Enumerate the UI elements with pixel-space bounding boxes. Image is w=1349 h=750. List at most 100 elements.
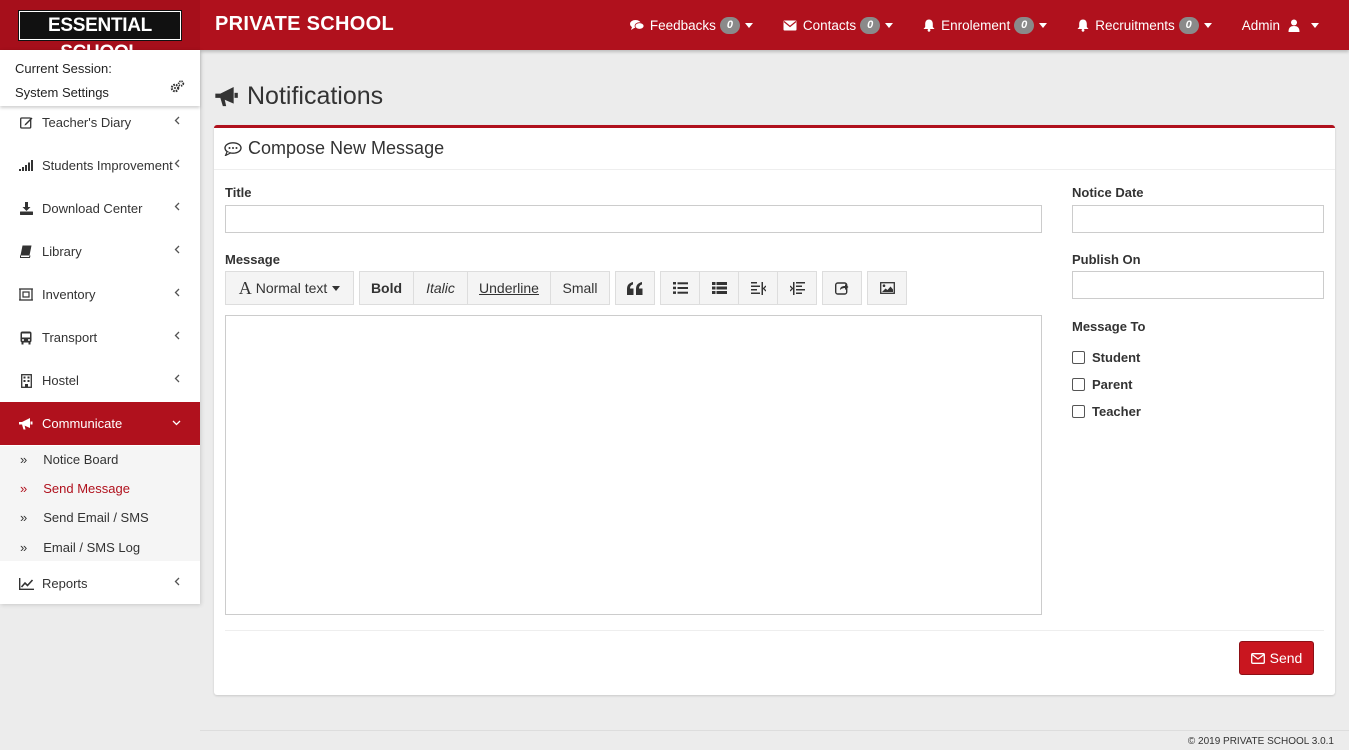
- image-icon: [879, 282, 895, 294]
- enrolement-count-badge: 0: [1014, 16, 1035, 34]
- chevron-left-icon: [174, 331, 180, 340]
- bullhorn-icon: [215, 86, 238, 106]
- chevron-left-icon: [174, 245, 180, 254]
- system-settings-link[interactable]: System Settings: [15, 85, 109, 100]
- insert-image-button[interactable]: [867, 271, 907, 305]
- sidebar-item-transport[interactable]: Transport: [0, 316, 200, 359]
- teacher-label: Teacher: [1092, 404, 1141, 419]
- nav-recruitments[interactable]: Recruitments 0: [1062, 0, 1227, 50]
- title-label: Title: [225, 185, 252, 200]
- sidebar-item-download-center[interactable]: Download Center: [0, 187, 200, 230]
- font-icon: A: [238, 277, 252, 298]
- ordered-list-button[interactable]: [699, 271, 739, 305]
- blockquote-button[interactable]: [615, 271, 655, 305]
- parent-label: Parent: [1092, 377, 1133, 392]
- book-icon: [18, 244, 34, 260]
- notice-date-label: Notice Date: [1072, 185, 1144, 200]
- submenu-item-label: Email / SMS Log: [43, 540, 141, 555]
- brand-title[interactable]: PRIVATE SCHOOL: [215, 13, 394, 36]
- nav-admin[interactable]: Admin: [1227, 0, 1349, 50]
- nav-feedbacks[interactable]: Feedbacks 0: [615, 0, 768, 50]
- recipient-student[interactable]: Student: [1072, 350, 1140, 365]
- nav-recruitments-label: Recruitments: [1095, 17, 1175, 33]
- sidebar-item-library[interactable]: Library: [0, 230, 200, 273]
- sidebar: Current Session: System Settings Teacher…: [0, 50, 200, 604]
- edit-icon: [18, 115, 34, 131]
- chevron-left-icon: [174, 288, 180, 297]
- sidebar-item-hostel[interactable]: Hostel: [0, 359, 200, 402]
- small-button[interactable]: Small: [550, 271, 610, 305]
- publish-on-input[interactable]: [1072, 271, 1324, 299]
- top-navbar: ESSENTIAL SCHOOL PRIVATE SCHOOL Feedback…: [0, 0, 1349, 63]
- sidebar-item-students-improvement[interactable]: Students Improvement: [0, 144, 200, 187]
- indent-icon: [789, 281, 805, 295]
- sidebar-item-communicate[interactable]: Communicate: [0, 402, 200, 445]
- double-chevron-icon: »: [20, 452, 28, 467]
- sidebar-item-teachers-diary[interactable]: Teacher's Diary: [0, 101, 200, 144]
- sidebar-item-label: Inventory: [42, 287, 96, 302]
- outdent-button[interactable]: [738, 271, 778, 305]
- sidebar-item-reports[interactable]: Reports: [0, 562, 200, 605]
- double-chevron-icon: »: [20, 540, 28, 555]
- nav-admin-label: Admin: [1241, 17, 1280, 33]
- student-checkbox[interactable]: [1072, 351, 1085, 364]
- chevron-down-icon: [172, 420, 181, 426]
- nav-feedbacks-label: Feedbacks: [649, 17, 716, 33]
- title-input[interactable]: [225, 205, 1042, 233]
- indent-button[interactable]: [777, 271, 817, 305]
- compose-panel: Compose New Message Title Message A Norm…: [214, 125, 1335, 695]
- contacts-count-badge: 0: [860, 16, 881, 34]
- submenu-item-email-sms-log[interactable]: » Email / SMS Log: [20, 540, 140, 555]
- chart-icon: [18, 576, 34, 592]
- sidebar-item-label: Hostel: [42, 373, 79, 388]
- quote-icon: [627, 281, 643, 295]
- chevron-left-icon: [174, 374, 180, 383]
- submenu-item-notice-board[interactable]: » Notice Board: [20, 452, 118, 467]
- logo-area: ESSENTIAL SCHOOL: [0, 0, 200, 63]
- sidebar-item-label: Communicate: [42, 416, 123, 431]
- insert-link-button[interactable]: [822, 271, 862, 305]
- panel-title: Compose New Message: [248, 138, 445, 158]
- chevron-left-icon: [174, 577, 180, 586]
- comment-icon: [224, 141, 242, 156]
- page-title-text: Notifications: [247, 82, 384, 110]
- message-label: Message: [225, 252, 280, 267]
- footer: © 2019 PRIVATE SCHOOL 3.0.1: [200, 730, 1349, 750]
- sidebar-item-label: Library: [42, 244, 82, 259]
- recipient-teacher[interactable]: Teacher: [1072, 404, 1141, 419]
- current-session-label: Current Session:: [15, 61, 112, 76]
- notice-date-input[interactable]: [1072, 205, 1324, 233]
- bullhorn-icon: [18, 416, 34, 432]
- bold-button[interactable]: Bold: [359, 271, 414, 305]
- parent-checkbox[interactable]: [1072, 378, 1085, 391]
- teacher-checkbox[interactable]: [1072, 405, 1085, 418]
- sidebar-item-inventory[interactable]: Inventory: [0, 273, 200, 316]
- panel-divider: [225, 630, 1324, 631]
- bell-icon: [923, 19, 935, 32]
- underline-button[interactable]: Underline: [467, 271, 551, 305]
- nav-enrolement[interactable]: Enrolement 0: [908, 0, 1062, 50]
- logo[interactable]: ESSENTIAL SCHOOL: [18, 10, 182, 63]
- envelope-icon: [1250, 652, 1265, 664]
- download-icon: [18, 201, 34, 217]
- student-label: Student: [1092, 350, 1141, 365]
- send-button[interactable]: Send: [1239, 641, 1314, 675]
- share-icon: [835, 282, 849, 295]
- message-to-label: Message To: [1072, 319, 1146, 334]
- submenu-item-send-message[interactable]: » Send Message: [20, 481, 130, 496]
- chevron-down-icon: [332, 285, 341, 291]
- panel-header: Compose New Message: [214, 128, 1335, 170]
- recipient-parent[interactable]: Parent: [1072, 377, 1132, 392]
- gears-icon[interactable]: [170, 80, 185, 93]
- signal-icon: [18, 158, 34, 174]
- submenu-item-send-email-sms[interactable]: » Send Email / SMS: [20, 510, 149, 525]
- italic-button[interactable]: Italic: [413, 271, 468, 305]
- text-format-dropdown[interactable]: A Normal text: [225, 271, 354, 305]
- bus-icon: [18, 330, 34, 346]
- building-icon: [18, 373, 34, 389]
- envelope-icon: [783, 20, 797, 30]
- submenu-item-label: Send Email / SMS: [43, 510, 149, 525]
- nav-contacts[interactable]: Contacts 0: [768, 0, 908, 50]
- unordered-list-button[interactable]: [660, 271, 700, 305]
- message-editor[interactable]: [225, 315, 1042, 615]
